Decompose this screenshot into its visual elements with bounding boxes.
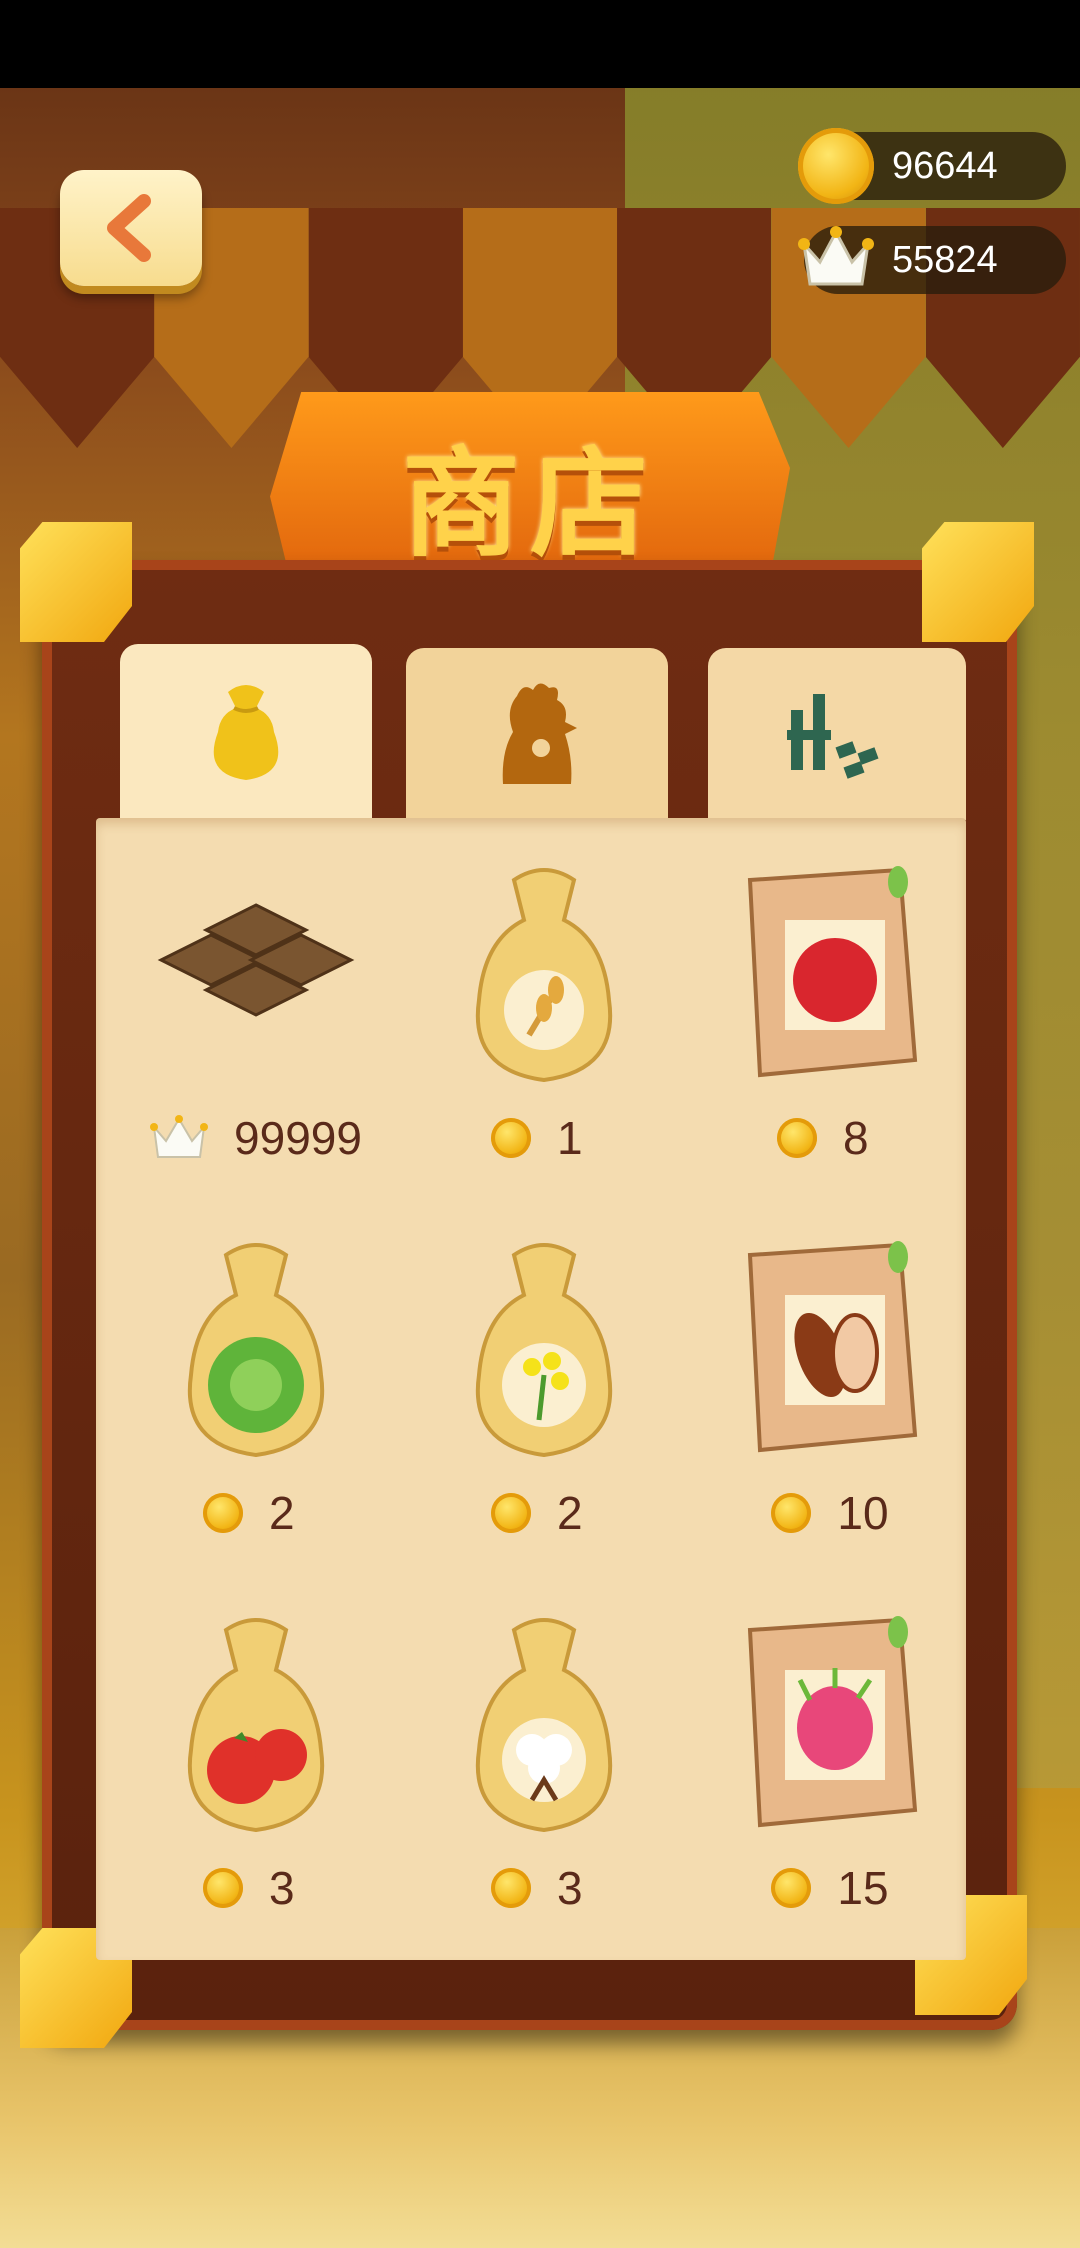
coin-balance-value: 96644 xyxy=(892,144,998,187)
coin-icon xyxy=(771,1868,812,1908)
apple-seed-packet-icon xyxy=(747,866,918,1078)
coin-icon xyxy=(798,128,874,204)
shop-item-cotton-seed[interactable]: 3 xyxy=(404,1610,684,1970)
item-price: 10 xyxy=(690,1483,970,1543)
item-price-value: 3 xyxy=(557,1862,583,1914)
shop-item-tomato-seed[interactable]: 3 xyxy=(116,1610,396,1970)
coin-icon xyxy=(491,1493,531,1533)
chicken-icon xyxy=(502,683,577,784)
item-price-value: 2 xyxy=(269,1487,295,1539)
item-price-value: 99999 xyxy=(234,1112,362,1164)
crown-icon xyxy=(798,226,874,286)
item-price: 2 xyxy=(404,1483,684,1543)
shop-item-cabbage-seed[interactable]: 2 xyxy=(116,1235,396,1595)
wheat-seed-bag-icon xyxy=(475,868,613,1083)
item-price: 1 xyxy=(404,1108,684,1168)
item-price-value: 8 xyxy=(843,1112,869,1164)
shop-item-wheat-seed[interactable]: 1 xyxy=(404,860,684,1220)
cabbage-seed-bag-icon xyxy=(187,1243,325,1458)
item-price-value: 15 xyxy=(837,1862,889,1914)
item-price-value: 2 xyxy=(557,1487,583,1539)
coin-icon xyxy=(491,1868,531,1908)
item-price: 15 xyxy=(690,1858,970,1918)
shop-item-rapeseed-seed[interactable]: 2 xyxy=(404,1235,684,1595)
item-price: 8 xyxy=(690,1108,970,1168)
coin-icon xyxy=(203,1493,243,1533)
crown-balance-value: 55824 xyxy=(892,238,998,281)
buildings-icon xyxy=(787,694,879,779)
back-arrow-icon xyxy=(107,194,151,262)
farmland-tiles-icon xyxy=(157,903,355,1017)
dragonfruit-seed-packet-icon xyxy=(747,1616,918,1828)
item-price-value: 3 xyxy=(269,1862,295,1914)
panel-corner xyxy=(20,522,132,642)
coin-icon xyxy=(491,1118,531,1158)
coin-balance: 96644 xyxy=(798,128,1066,204)
shop-item-dragonfruit-seed[interactable]: 15 xyxy=(690,1610,970,1970)
item-price-value: 1 xyxy=(557,1112,583,1164)
coin-icon xyxy=(777,1118,817,1158)
item-price-value: 10 xyxy=(837,1487,889,1539)
seed-bag-icon xyxy=(213,685,279,780)
status-bar xyxy=(0,0,1080,88)
crown-icon xyxy=(150,1115,209,1158)
tomato-seed-bag-icon xyxy=(187,1618,325,1833)
crown-balance: 55824 xyxy=(798,226,1066,294)
back-button[interactable] xyxy=(60,170,202,286)
tab-animals[interactable] xyxy=(406,648,668,820)
cocoa-seed-packet-icon xyxy=(747,1241,918,1453)
coin-icon xyxy=(203,1868,243,1908)
coin-icon xyxy=(771,1493,812,1533)
panel-corner xyxy=(922,522,1034,642)
item-price: 3 xyxy=(404,1858,684,1918)
page-title: 商店 xyxy=(401,435,658,573)
shop-item-cocoa-seed[interactable]: 10 xyxy=(690,1235,970,1595)
cotton-seed-bag-icon xyxy=(475,1618,613,1833)
rapeseed-flower-seed-bag-icon xyxy=(475,1243,613,1458)
item-price: 3 xyxy=(116,1858,396,1918)
item-price: 2 xyxy=(116,1483,396,1543)
shop-item-apple-seed[interactable]: 8 xyxy=(690,860,970,1220)
tab-buildings[interactable] xyxy=(708,648,966,820)
shop-item-land-plot[interactable]: 99999 xyxy=(116,860,396,1220)
tab-seeds[interactable] xyxy=(120,644,372,824)
item-price: 99999 xyxy=(116,1108,396,1168)
